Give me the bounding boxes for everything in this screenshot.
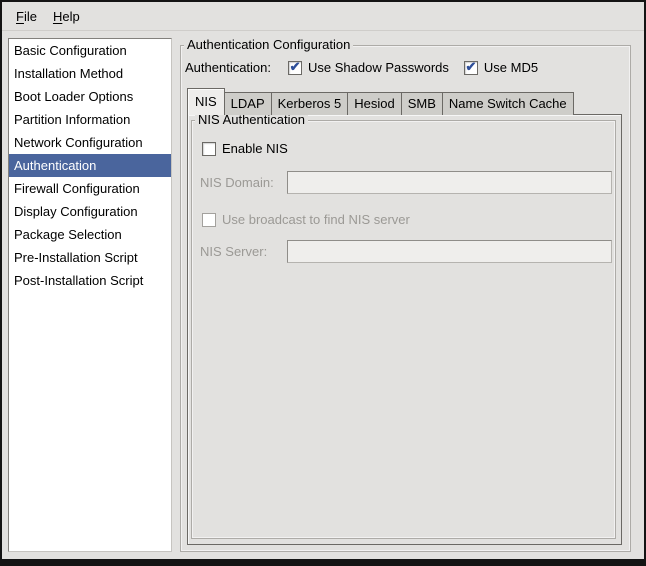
use-md5-label: Use MD5: [484, 60, 538, 75]
enable-nis-checkbox[interactable]: Enable NIS: [202, 141, 615, 156]
auth-notebook: NISLDAPKerberos 5HesiodSMBName Switch Ca…: [187, 89, 622, 545]
check-icon: ✔: [290, 60, 301, 73]
app-window: File Help Basic ConfigurationInstallatio…: [0, 0, 646, 566]
menu-file[interactable]: File: [8, 5, 45, 28]
sidebar-item-basic-configuration[interactable]: Basic Configuration: [9, 39, 171, 62]
nis-tab-page: NIS Authentication Enable NIS NIS Domain…: [187, 114, 622, 545]
tab-strip: NISLDAPKerberos 5HesiodSMBName Switch Ca…: [187, 89, 622, 115]
sidebar-item-firewall-configuration[interactable]: Firewall Configuration: [9, 177, 171, 200]
enable-nis-label: Enable NIS: [222, 141, 288, 156]
menu-bar: File Help: [2, 2, 644, 31]
nis-server-label: NIS Server:: [200, 244, 267, 259]
sidebar-item-authentication[interactable]: Authentication: [9, 154, 171, 177]
use-broadcast-label: Use broadcast to find NIS server: [222, 212, 410, 227]
menu-help-mnemonic: H: [53, 9, 62, 24]
sidebar-item-partition-information[interactable]: Partition Information: [9, 108, 171, 131]
checkbox-box: ✔: [288, 61, 302, 75]
tab-hesiod[interactable]: Hesiod: [347, 92, 401, 115]
use-shadow-passwords-label: Use Shadow Passwords: [308, 60, 449, 75]
sidebar-item-package-selection[interactable]: Package Selection: [9, 223, 171, 246]
authentication-label: Authentication:: [185, 60, 271, 75]
sidebar-item-network-configuration[interactable]: Network Configuration: [9, 131, 171, 154]
menu-file-mnemonic: F: [16, 9, 24, 24]
nis-server-input[interactable]: [287, 240, 612, 263]
tab-smb[interactable]: SMB: [401, 92, 443, 115]
frame-title: Authentication Configuration: [184, 37, 353, 53]
sidebar-item-pre-installation-script[interactable]: Pre-Installation Script: [9, 246, 171, 269]
checkbox-box: [202, 142, 216, 156]
checkbox-box: [202, 213, 216, 227]
use-md5-checkbox[interactable]: ✔ Use MD5: [464, 60, 538, 75]
tab-name-switch-cache[interactable]: Name Switch Cache: [442, 92, 574, 115]
nis-domain-label: NIS Domain:: [200, 175, 274, 190]
nis-domain-row: NIS Domain:: [192, 171, 615, 194]
sidebar-list: Basic ConfigurationInstallation MethodBo…: [8, 38, 172, 552]
authentication-options-row: Authentication: ✔ Use Shadow Passwords ✔…: [185, 60, 624, 75]
tab-ldap[interactable]: LDAP: [224, 92, 272, 115]
nis-domain-input[interactable]: [287, 171, 612, 194]
tab-nis[interactable]: NIS: [187, 88, 225, 115]
menu-help-rest: elp: [62, 9, 79, 24]
checkbox-box: ✔: [464, 61, 478, 75]
tab-kerberos-5[interactable]: Kerberos 5: [271, 92, 349, 115]
sidebar-item-installation-method[interactable]: Installation Method: [9, 62, 171, 85]
menu-file-rest: ile: [24, 9, 37, 24]
nis-authentication-frame: NIS Authentication Enable NIS NIS Domain…: [191, 120, 616, 539]
nis-server-row: NIS Server:: [192, 240, 615, 263]
sidebar-item-display-configuration[interactable]: Display Configuration: [9, 200, 171, 223]
use-shadow-passwords-checkbox[interactable]: ✔ Use Shadow Passwords: [288, 60, 449, 75]
sidebar-item-post-installation-script[interactable]: Post-Installation Script: [9, 269, 171, 292]
menu-help[interactable]: Help: [45, 5, 88, 28]
check-icon: ✔: [465, 60, 476, 73]
use-broadcast-checkbox[interactable]: Use broadcast to find NIS server: [202, 212, 615, 227]
sidebar-item-boot-loader-options[interactable]: Boot Loader Options: [9, 85, 171, 108]
authentication-configuration-frame: Authentication Configuration Authenticat…: [180, 45, 631, 552]
